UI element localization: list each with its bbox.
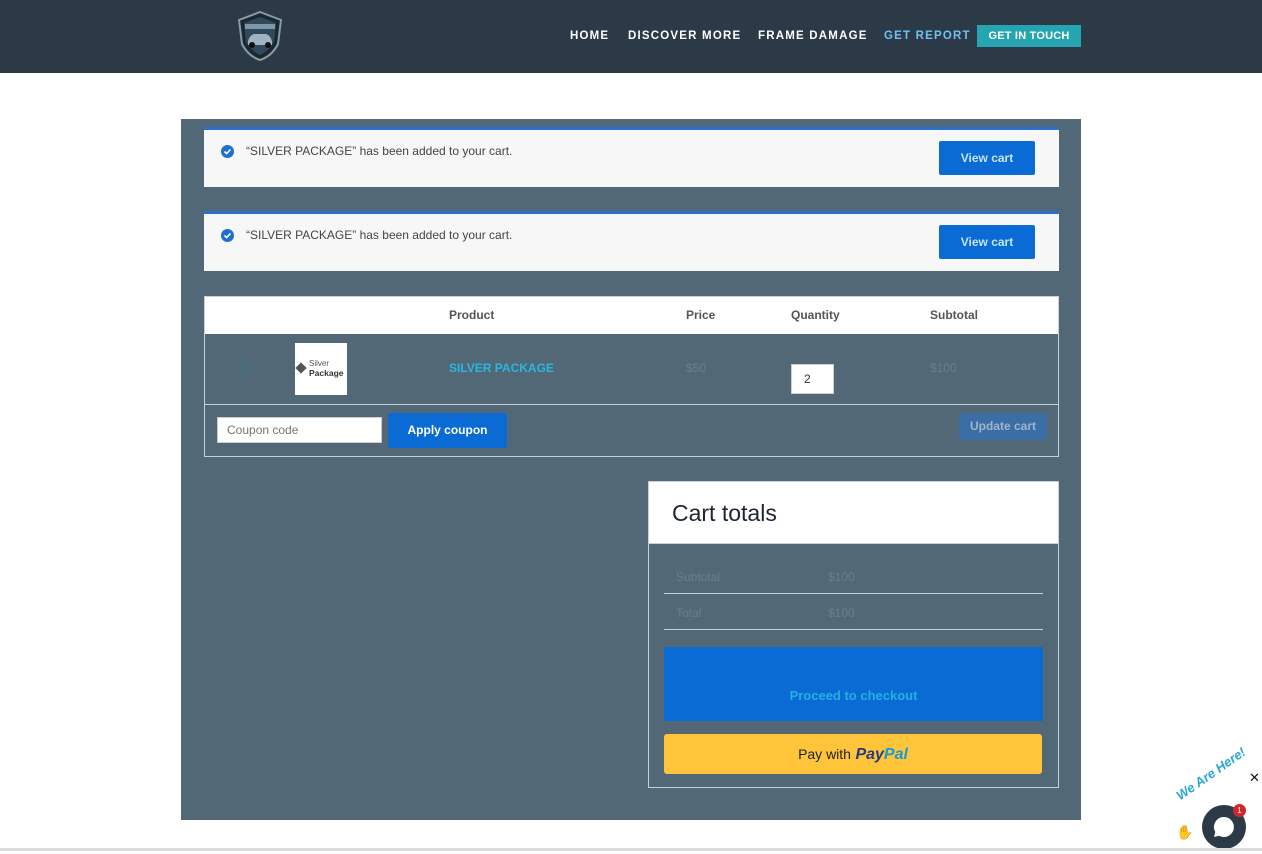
- diamond-icon: [295, 362, 307, 374]
- paypal-logo-pal: Pal: [883, 746, 908, 763]
- product-thumbnail[interactable]: Silver Package: [295, 343, 347, 395]
- notice-message: “SILVER PACKAGE” has been added to your …: [246, 144, 513, 158]
- header-product: Product: [449, 308, 495, 322]
- cart-totals-title: Cart totals: [672, 500, 777, 526]
- paypal-logo-pay: Pay: [855, 746, 884, 763]
- table-header: Product Price Quantity Subtotal: [205, 297, 1058, 334]
- site-header: HOME DISCOVER MORE FRAME DAMAGE GET REPO…: [0, 0, 1262, 73]
- check-circle-icon: [221, 229, 234, 242]
- nav-get-report[interactable]: GET REPORT: [884, 30, 971, 42]
- table-row: × Silver Package SILVER PACKAGE $50 2 $1…: [205, 334, 1058, 405]
- product-name-link[interactable]: SILVER PACKAGE: [449, 361, 554, 375]
- header-price: Price: [686, 308, 716, 322]
- check-circle-icon: [221, 145, 234, 158]
- view-cart-button[interactable]: View cart: [939, 141, 1035, 175]
- cart-panel: “SILVER PACKAGE” has been added to your …: [181, 119, 1081, 820]
- remove-item-icon[interactable]: ×: [238, 362, 251, 375]
- cart-totals-header: Cart totals: [649, 482, 1058, 544]
- thumb-label-2: Package: [309, 368, 344, 378]
- wave-hand-icon: ✋: [1176, 824, 1194, 840]
- cart-totals: Cart totals Subtotal $100 Total $100 Pro…: [648, 481, 1059, 788]
- subtotal-value: $100: [828, 570, 855, 584]
- totals-subtotal-row: Subtotal $100: [664, 558, 1043, 594]
- totals-total-row: Total $100: [664, 594, 1043, 630]
- product-subtotal: $100: [930, 361, 957, 375]
- update-cart-button[interactable]: Update cart: [959, 413, 1047, 440]
- total-label: Total: [676, 606, 702, 620]
- quantity-input[interactable]: 2: [791, 364, 834, 394]
- header-subtotal: Subtotal: [930, 308, 978, 322]
- nav-frame-damage[interactable]: FRAME DAMAGE: [758, 30, 868, 42]
- subtotal-label: Subtotal: [676, 570, 721, 584]
- paypal-button[interactable]: Pay with PayPal: [664, 734, 1042, 774]
- proceed-to-checkout-button[interactable]: Proceed to checkout: [664, 647, 1043, 721]
- header-quantity: Quantity: [791, 308, 840, 322]
- coupon-code-input[interactable]: [217, 417, 382, 443]
- nav-discover-more[interactable]: DISCOVER MORE: [628, 30, 741, 42]
- site-logo[interactable]: [234, 10, 286, 62]
- paypal-prefix: Pay with: [798, 746, 851, 762]
- view-cart-button[interactable]: View cart: [939, 225, 1035, 259]
- cart-notice: “SILVER PACKAGE” has been added to your …: [204, 127, 1059, 187]
- notice-message: “SILVER PACKAGE” has been added to your …: [246, 228, 513, 242]
- chat-badge-text: We Are Here!: [1173, 744, 1249, 803]
- apply-coupon-button[interactable]: Apply coupon: [388, 413, 507, 448]
- chat-unread-count: 1: [1233, 804, 1246, 817]
- get-in-touch-button[interactable]: GET IN TOUCH: [977, 25, 1081, 47]
- thumb-label-1: Silver: [309, 359, 330, 368]
- cart-notice: “SILVER PACKAGE” has been added to your …: [204, 211, 1059, 271]
- cart-table: Product Price Quantity Subtotal × Silver…: [204, 296, 1059, 457]
- nav-home[interactable]: HOME: [570, 30, 609, 42]
- product-price: $50: [686, 361, 707, 375]
- chat-close-icon[interactable]: ✕: [1249, 770, 1260, 786]
- total-value: $100: [828, 606, 855, 620]
